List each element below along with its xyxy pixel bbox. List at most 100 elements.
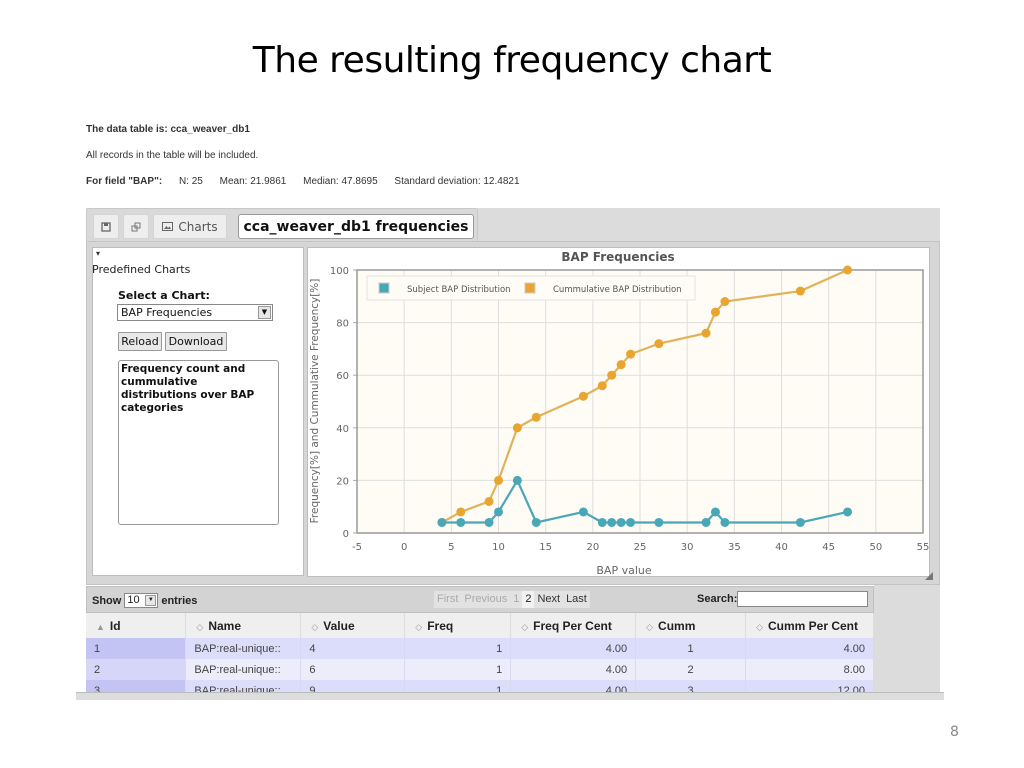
cell-cumm: 1 [635, 638, 747, 659]
charts-button[interactable]: Charts [153, 214, 227, 239]
data-point-subject[interactable] [710, 507, 720, 517]
data-point-subject[interactable] [701, 517, 711, 527]
data-point-subject[interactable] [512, 475, 522, 485]
data-point-subject[interactable] [597, 517, 607, 527]
data-point-cumulative[interactable] [795, 286, 805, 296]
page-size-select[interactable]: 10 ▼ [124, 593, 159, 608]
collapse-arrow-icon[interactable]: ▾ [96, 249, 100, 258]
pager-next[interactable]: Next [534, 591, 563, 608]
data-point-cumulative[interactable] [597, 381, 607, 391]
pagination: First Previous 1 2 Next Last [434, 591, 590, 608]
x-axis-label: BAP value [596, 564, 651, 577]
search-input[interactable] [737, 591, 868, 607]
column-label: Freq [427, 618, 454, 633]
data-point-cumulative[interactable] [607, 370, 617, 380]
data-point-cumulative[interactable] [843, 265, 853, 275]
cell-id: 2 [86, 659, 187, 680]
y-tick-label: 60 [336, 371, 349, 382]
table-row[interactable]: 2 BAP:real-unique:: 6 1 4.00 2 8.00 [86, 659, 874, 680]
data-point-cumulative[interactable] [456, 507, 466, 517]
data-point-subject[interactable] [578, 507, 588, 517]
column-label: Value [323, 618, 355, 633]
save-icon [101, 221, 111, 232]
slide-title: The resulting frequency chart [252, 40, 772, 81]
data-point-subject[interactable] [494, 507, 503, 517]
column-header-id[interactable]: ▲ Id [86, 613, 187, 638]
x-tick-label: 40 [775, 542, 788, 553]
page-number: 8 [950, 724, 959, 740]
cell-cumm-per-cent: 8.00 [745, 659, 874, 680]
data-point-subject[interactable] [654, 517, 664, 527]
pager-previous[interactable]: Previous [461, 591, 510, 608]
data-point-subject[interactable] [616, 517, 626, 527]
sort-icon: ◇ [521, 621, 529, 632]
y-tick-label: 0 [343, 529, 349, 540]
x-tick-label: 30 [681, 542, 694, 553]
data-point-subject[interactable] [456, 517, 466, 527]
save-button[interactable] [93, 214, 119, 239]
column-header-cumm[interactable]: ◇ Cumm [635, 613, 747, 638]
data-point-cumulative[interactable] [512, 423, 522, 433]
data-point-subject[interactable] [531, 517, 541, 527]
data-point-subject[interactable] [484, 517, 494, 527]
data-point-cumulative[interactable] [710, 307, 720, 317]
data-point-subject[interactable] [720, 517, 730, 527]
data-point-cumulative[interactable] [701, 328, 711, 338]
data-point-subject[interactable] [795, 517, 805, 527]
cell-value: 6 [300, 659, 406, 680]
field-label: For field "BAP": [86, 176, 163, 187]
sort-icon: ◇ [756, 621, 763, 632]
chart-select[interactable]: BAP Frequencies ▼ [117, 304, 273, 321]
y-tick-label: 40 [336, 424, 349, 435]
data-point-cumulative[interactable] [616, 360, 626, 370]
resize-grip-icon[interactable] [925, 572, 933, 580]
column-label: Name [208, 618, 242, 633]
reload-button[interactable]: Reload [118, 332, 162, 351]
data-point-subject[interactable] [437, 517, 447, 527]
stat-n: N: 25 [178, 176, 203, 187]
data-table-info: The data table is: cca_weaver_db1 [86, 124, 250, 135]
cell-freq: 1 [404, 638, 512, 659]
legend-label: Cummulative BAP Distribution [553, 285, 682, 295]
data-point-subject[interactable] [843, 507, 853, 517]
records-info: All records in the table will be include… [86, 150, 259, 161]
x-tick-label: 20 [586, 542, 599, 553]
data-point-cumulative[interactable] [720, 297, 730, 307]
download-button[interactable]: Download [165, 332, 227, 351]
data-point-subject[interactable] [626, 517, 636, 527]
data-point-cumulative[interactable] [484, 496, 494, 506]
pager-first[interactable]: First [434, 591, 461, 608]
data-point-cumulative[interactable] [531, 412, 541, 422]
x-tick-label: 15 [539, 542, 552, 553]
restore-window-button[interactable] [123, 214, 149, 239]
cell-freq-per-cent: 4.00 [510, 659, 637, 680]
table-row[interactable]: 1 BAP:real-unique:: 4 1 4.00 1 4.00 [86, 638, 874, 659]
legend-swatch [378, 282, 390, 294]
sort-icon: ◇ [196, 621, 204, 632]
column-header-value[interactable]: ◇ Value [300, 613, 406, 638]
sort-asc-icon: ▲ [96, 621, 105, 632]
pager-last[interactable]: Last [563, 591, 590, 608]
stat-mean: Mean: 21.9861 [219, 176, 287, 187]
x-tick-label: 10 [492, 542, 505, 553]
pager-page-1[interactable]: 1 [510, 591, 522, 608]
chevron-down-icon: ▼ [258, 306, 271, 319]
screenshot-crop-edge [76, 696, 956, 726]
column-header-cumm-per-cent[interactable]: ◇ Cumm Per Cent [745, 613, 874, 638]
column-header-name[interactable]: ◇ Name [185, 613, 302, 638]
data-point-cumulative[interactable] [494, 475, 503, 485]
column-header-freq-per-cent[interactable]: ◇ Freq Per Cent [510, 613, 637, 638]
data-point-cumulative[interactable] [578, 391, 588, 401]
data-point-cumulative[interactable] [626, 349, 636, 359]
x-tick-label: 50 [869, 542, 882, 553]
data-point-subject[interactable] [607, 517, 617, 527]
pager-page-2[interactable]: 2 [522, 591, 535, 608]
x-tick-label: 0 [401, 542, 407, 553]
sort-icon: ◇ [311, 621, 319, 632]
chart-description[interactable]: Frequency count and cummulative distribu… [118, 360, 279, 525]
chart-panel: BAP Frequencies -5 0 5 10 15 20 25 30 35 40 45 50 55… [307, 247, 930, 577]
data-point-cumulative[interactable] [654, 339, 664, 349]
column-header-freq[interactable]: ◇ Freq [404, 613, 512, 638]
horizontal-scrollbar[interactable] [76, 692, 944, 700]
legend-label: Subject BAP Distribution [407, 285, 511, 295]
